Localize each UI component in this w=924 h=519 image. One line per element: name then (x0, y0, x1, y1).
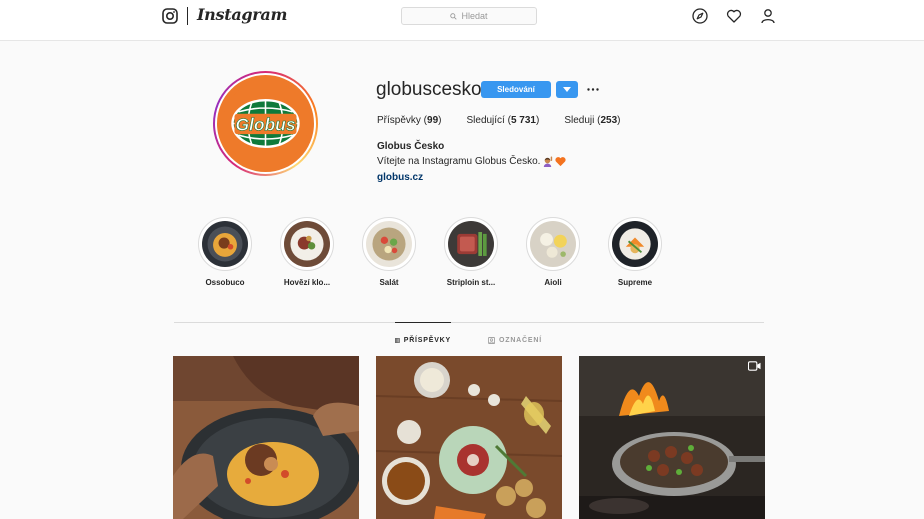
tagged-icon (488, 336, 495, 344)
explore-compass-icon (692, 8, 708, 24)
highlight-label: Salát (379, 278, 399, 287)
profile-stats: Příspěvky (99) Sledující (5 731) Sleduji… (377, 115, 646, 126)
stat-label: Příspěvky (377, 115, 421, 126)
campfire-pan-photo (579, 356, 765, 519)
highlight-striploin[interactable]: Striploin st... (436, 217, 506, 287)
profile-website-link[interactable]: globus.cz (377, 172, 423, 183)
explore-button[interactable] (692, 8, 708, 29)
tab-label: OZNAČENÍ (499, 336, 542, 344)
ossobuco-thumbnail-image (202, 221, 248, 267)
tabs-divider (174, 322, 764, 323)
beef-dish-thumbnail-image (284, 221, 330, 267)
highlight-label: Striploin st... (446, 278, 496, 287)
highlight-thumbnail (444, 217, 498, 271)
video-icon (748, 361, 761, 371)
ossobuco-plate-photo (173, 356, 359, 519)
grid-icon (395, 338, 400, 343)
highlight-label: Hovězí klo... (283, 278, 331, 287)
posts-count: Příspěvky (99) (377, 115, 442, 126)
activity-button[interactable] (726, 8, 742, 29)
aioli-thumbnail-image (530, 221, 576, 267)
highlight-supreme[interactable]: Supreme (600, 217, 670, 287)
profile-full-name: Globus Česko (377, 141, 445, 152)
highlight-thumbnail (280, 217, 334, 271)
woman-raising-hand-emoji-icon (544, 156, 553, 167)
orange-heart-emoji-icon (555, 157, 567, 167)
highlight-aioli[interactable]: Aioli (518, 217, 588, 287)
suggested-accounts-dropdown-button[interactable] (556, 81, 578, 98)
instagram-wordmark[interactable]: Instagram (197, 5, 287, 24)
activity-heart-icon (726, 9, 742, 23)
profile-username: globuscesko (376, 79, 482, 100)
highlight-thumbnail (362, 217, 416, 271)
stat-label: Sledující (466, 115, 505, 126)
striploin-steak-thumbnail-image (448, 221, 494, 267)
highlight-thumbnail (198, 217, 252, 271)
caret-down-icon (563, 87, 571, 92)
profile-button[interactable] (760, 8, 776, 29)
svg-text:Globus: Globus (235, 114, 295, 134)
nav-divider (187, 7, 188, 25)
highlight-salat[interactable]: Salát (354, 217, 424, 287)
supreme-thumbnail-image (612, 221, 658, 267)
following-button[interactable]: Sledování (481, 81, 551, 98)
tab-tagged[interactable]: OZNAČENÍ (488, 322, 548, 358)
followers-count[interactable]: Sledující (5 731) (466, 115, 539, 126)
salad-thumbnail-image (366, 221, 412, 267)
post-thumbnail[interactable] (173, 356, 359, 519)
search-input[interactable]: Hledat (401, 7, 537, 25)
stat-value: 5 731 (510, 115, 536, 126)
more-options-button[interactable] (586, 82, 600, 96)
top-nav: Instagram Hledat (0, 0, 924, 41)
highlight-label: Ossobuco (205, 278, 245, 287)
highlight-thumbnail (608, 217, 662, 271)
stat-value: 253 (600, 115, 618, 126)
highlight-hovezi[interactable]: Hovězí klo... (272, 217, 342, 287)
post-thumbnail[interactable] (579, 356, 765, 519)
stat-value: 99 (427, 115, 439, 126)
bio-text: Vítejte na Instagramu Globus Česko. (377, 156, 541, 167)
search-placeholder: Hledat (461, 11, 488, 21)
instagram-glyph-icon[interactable] (162, 8, 178, 24)
tab-label: PŘÍSPĚVKY (403, 337, 451, 344)
highlight-label: Aioli (544, 278, 562, 287)
tab-posts[interactable]: PŘÍSPĚVKY (395, 322, 451, 358)
following-count[interactable]: Sleduji (253) (564, 115, 620, 126)
highlight-label: Supreme (617, 278, 653, 287)
highlight-ossobuco[interactable]: Ossobuco (190, 217, 260, 287)
more-dots-icon (587, 87, 599, 91)
highlight-thumbnail (526, 217, 580, 271)
post-thumbnail[interactable] (376, 356, 562, 519)
profile-avatar[interactable]: Globus (213, 71, 318, 176)
profile-bio: Vítejte na Instagramu Globus Česko. (377, 156, 567, 167)
globus-logo-image: Globus (217, 75, 314, 172)
stat-label: Sleduji (564, 115, 595, 126)
profile-person-icon (761, 9, 775, 24)
avatar-inner: Globus (215, 73, 316, 174)
raw-ingredients-flatlay-photo (376, 356, 562, 519)
search-icon (450, 12, 458, 20)
